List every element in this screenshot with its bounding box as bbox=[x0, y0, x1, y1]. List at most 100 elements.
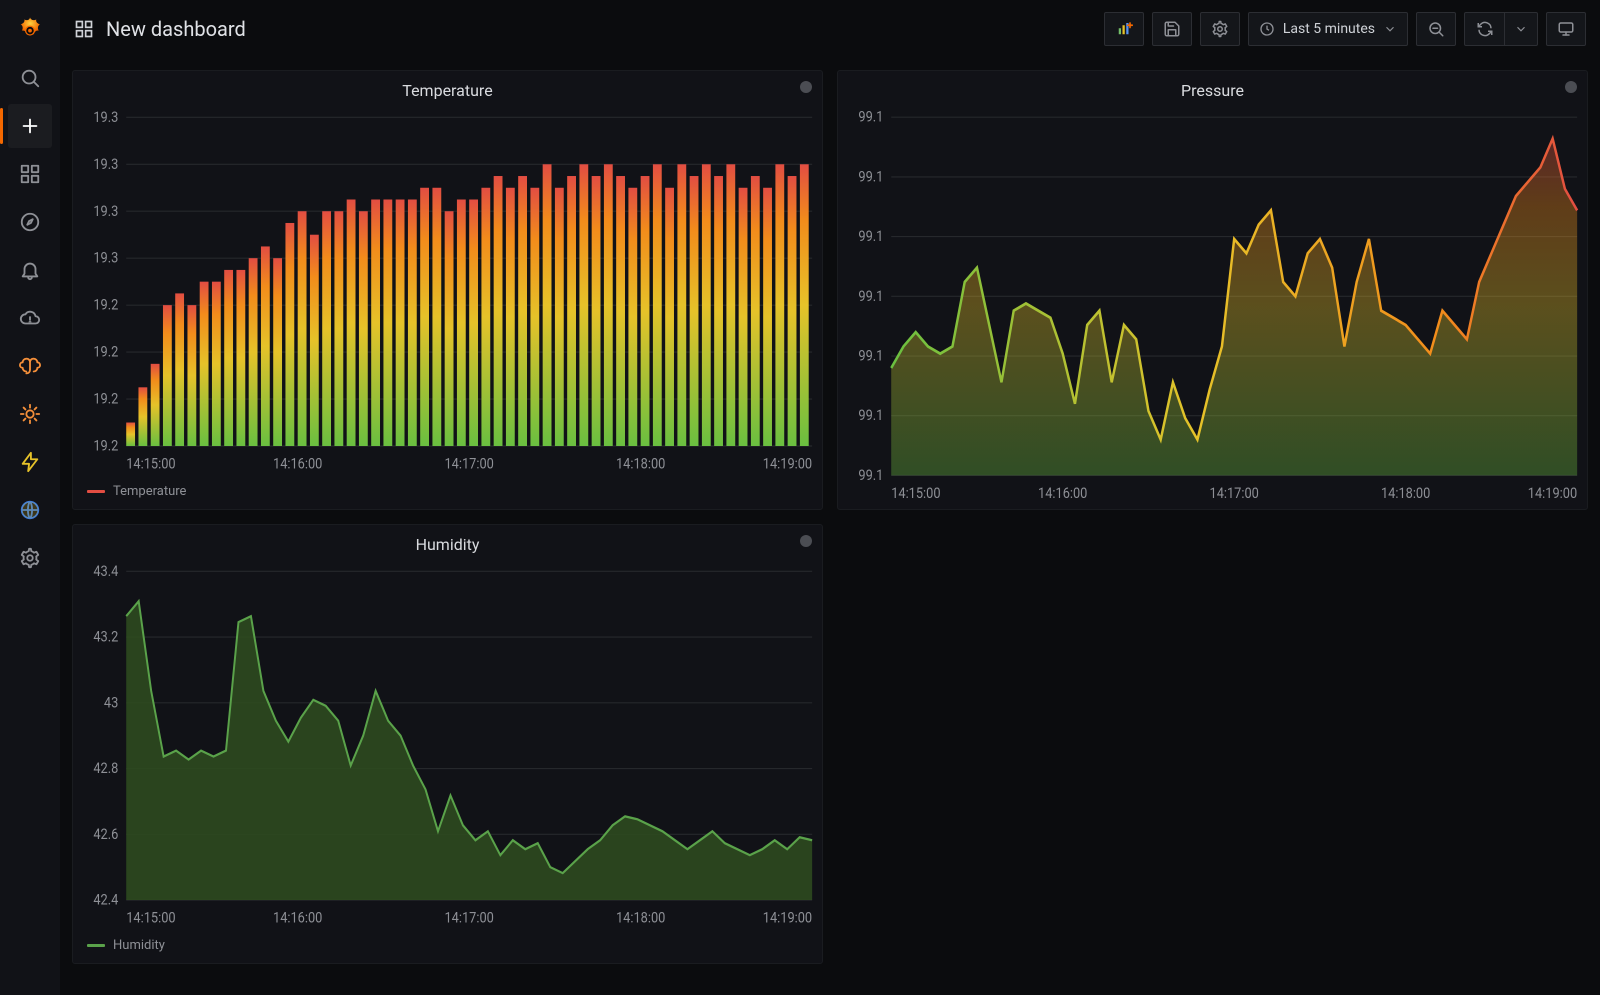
globe-icon bbox=[19, 499, 41, 521]
dashboards-icon bbox=[74, 19, 94, 39]
cloud-nav-item[interactable] bbox=[8, 296, 52, 340]
svg-text:14:17:00: 14:17:00 bbox=[444, 456, 493, 473]
bolt-icon bbox=[19, 451, 41, 473]
apm-nav-item[interactable] bbox=[8, 344, 52, 388]
grafana-logo-icon[interactable] bbox=[8, 8, 52, 52]
time-range-label: Last 5 minutes bbox=[1283, 21, 1375, 37]
dashboard-grid: Temperature 19.2 19.2 19.2 19.2 19.3 19.3 19.3… bbox=[60, 58, 1600, 995]
svg-text:42.4: 42.4 bbox=[93, 892, 118, 909]
bell-icon bbox=[19, 259, 41, 281]
dashboards-nav-item[interactable] bbox=[8, 152, 52, 196]
dashboard-settings-button[interactable] bbox=[1200, 12, 1240, 46]
svg-text:99.1: 99.1 bbox=[858, 467, 883, 484]
create-nav-item[interactable] bbox=[8, 104, 52, 148]
top-bar: New dashboard Last 5 minutes bbox=[60, 0, 1600, 58]
dashboards-icon bbox=[19, 163, 41, 185]
explore-nav-item[interactable] bbox=[8, 200, 52, 244]
svg-text:14:19:00: 14:19:00 bbox=[1528, 485, 1577, 502]
svg-text:14:16:00: 14:16:00 bbox=[273, 456, 322, 473]
gear-icon bbox=[19, 547, 41, 569]
svg-text:43.2: 43.2 bbox=[93, 629, 118, 646]
add-panel-icon bbox=[1115, 20, 1133, 38]
panel-legend: Temperature bbox=[73, 480, 822, 509]
svg-text:14:16:00: 14:16:00 bbox=[273, 910, 322, 927]
svg-text:43.4: 43.4 bbox=[93, 563, 118, 580]
chevron-down-icon bbox=[1514, 22, 1528, 36]
side-nav bbox=[0, 0, 60, 995]
svg-text:19.3: 19.3 bbox=[93, 203, 118, 220]
gear-icon bbox=[1211, 20, 1229, 38]
panel-title[interactable]: Temperature bbox=[73, 71, 822, 106]
thunder-nav-item[interactable] bbox=[8, 440, 52, 484]
svg-text:14:17:00: 14:17:00 bbox=[1210, 485, 1259, 502]
svg-text:99.1: 99.1 bbox=[858, 228, 883, 245]
svg-text:99.1: 99.1 bbox=[858, 407, 883, 424]
humidity-chart[interactable]: 42.4 42.6 42.8 43 43.2 43.4 14:15:00 14:16:00 14… bbox=[73, 560, 822, 934]
svg-text:14:18:00: 14:18:00 bbox=[616, 456, 665, 473]
panel-humidity: Humidity 42.4 42.6 42.8 43 43.2 43.4 14:15:00 1… bbox=[72, 524, 823, 964]
compass-icon bbox=[19, 211, 41, 233]
brain-icon bbox=[19, 355, 41, 377]
refresh-button[interactable] bbox=[1465, 13, 1505, 45]
svg-text:19.2: 19.2 bbox=[93, 344, 118, 361]
panel-title[interactable]: Humidity bbox=[73, 525, 822, 560]
sun-gear-icon bbox=[19, 403, 41, 425]
svg-text:14:15:00: 14:15:00 bbox=[126, 456, 175, 473]
svg-text:99.1: 99.1 bbox=[858, 348, 883, 365]
page-title[interactable]: New dashboard bbox=[106, 17, 246, 41]
legend-label[interactable]: Humidity bbox=[113, 938, 165, 953]
svg-text:43: 43 bbox=[104, 695, 118, 712]
alerting-nav-item[interactable] bbox=[8, 248, 52, 292]
svg-text:14:16:00: 14:16:00 bbox=[1038, 485, 1087, 502]
svg-text:99.1: 99.1 bbox=[858, 288, 883, 305]
svg-text:19.2: 19.2 bbox=[93, 391, 118, 408]
svg-text:14:18:00: 14:18:00 bbox=[1381, 485, 1430, 502]
svg-text:19.3: 19.3 bbox=[93, 156, 118, 173]
panel-menu-button[interactable] bbox=[800, 81, 812, 93]
zoom-out-button[interactable] bbox=[1416, 12, 1456, 46]
panel-title[interactable]: Pressure bbox=[838, 71, 1587, 106]
tv-mode-button[interactable] bbox=[1546, 12, 1586, 46]
svg-text:14:19:00: 14:19:00 bbox=[763, 910, 812, 927]
svg-text:14:18:00: 14:18:00 bbox=[616, 910, 665, 927]
svg-text:14:19:00: 14:19:00 bbox=[763, 456, 812, 473]
svg-text:14:15:00: 14:15:00 bbox=[891, 485, 940, 502]
search-nav-item[interactable] bbox=[8, 56, 52, 100]
monitor-icon bbox=[1557, 20, 1575, 38]
save-dashboard-button[interactable] bbox=[1152, 12, 1192, 46]
cloud-alert-icon bbox=[19, 307, 41, 329]
worldmap-nav-item[interactable] bbox=[8, 488, 52, 532]
svg-text:99.1: 99.1 bbox=[858, 169, 883, 186]
legend-swatch bbox=[87, 490, 105, 493]
pressure-chart[interactable]: 99.1 99.1 99.1 99.1 99.1 99.1 99.1 14:15:00 14:1… bbox=[838, 106, 1587, 509]
temperature-chart[interactable]: 19.2 19.2 19.2 19.2 19.3 19.3 19.3 19.3 14:15:00… bbox=[73, 106, 822, 480]
clock-icon bbox=[1259, 21, 1275, 37]
chevron-down-icon bbox=[1383, 22, 1397, 36]
svg-text:99.1: 99.1 bbox=[858, 109, 883, 126]
plus-icon bbox=[19, 115, 41, 137]
add-panel-button[interactable] bbox=[1104, 12, 1144, 46]
panel-menu-button[interactable] bbox=[1565, 81, 1577, 93]
refresh-interval-button[interactable] bbox=[1505, 13, 1537, 45]
legend-label[interactable]: Temperature bbox=[113, 484, 186, 499]
svg-text:19.2: 19.2 bbox=[93, 297, 118, 314]
panel-menu-button[interactable] bbox=[800, 535, 812, 547]
breadcrumb: New dashboard bbox=[74, 17, 246, 41]
svg-text:42.6: 42.6 bbox=[93, 826, 118, 843]
time-range-picker[interactable]: Last 5 minutes bbox=[1248, 12, 1408, 46]
panel-pressure: Pressure 99.1 99.1 99.1 99.1 99.1 99.1 99.1 14:… bbox=[837, 70, 1588, 510]
zoom-out-icon bbox=[1427, 20, 1445, 38]
settings-nav-item[interactable] bbox=[8, 536, 52, 580]
refresh-icon bbox=[1476, 20, 1494, 38]
svg-text:19.3: 19.3 bbox=[93, 109, 118, 126]
svg-text:19.3: 19.3 bbox=[93, 250, 118, 267]
save-icon bbox=[1163, 20, 1181, 38]
panel-temperature: Temperature 19.2 19.2 19.2 19.2 19.3 19.3 19.3… bbox=[72, 70, 823, 510]
svg-text:19.2: 19.2 bbox=[93, 438, 118, 455]
integrations-nav-item[interactable] bbox=[8, 392, 52, 436]
legend-swatch bbox=[87, 944, 105, 947]
svg-text:14:15:00: 14:15:00 bbox=[126, 910, 175, 927]
refresh-picker[interactable] bbox=[1464, 12, 1538, 46]
svg-text:42.8: 42.8 bbox=[93, 760, 118, 777]
search-icon bbox=[19, 67, 41, 89]
